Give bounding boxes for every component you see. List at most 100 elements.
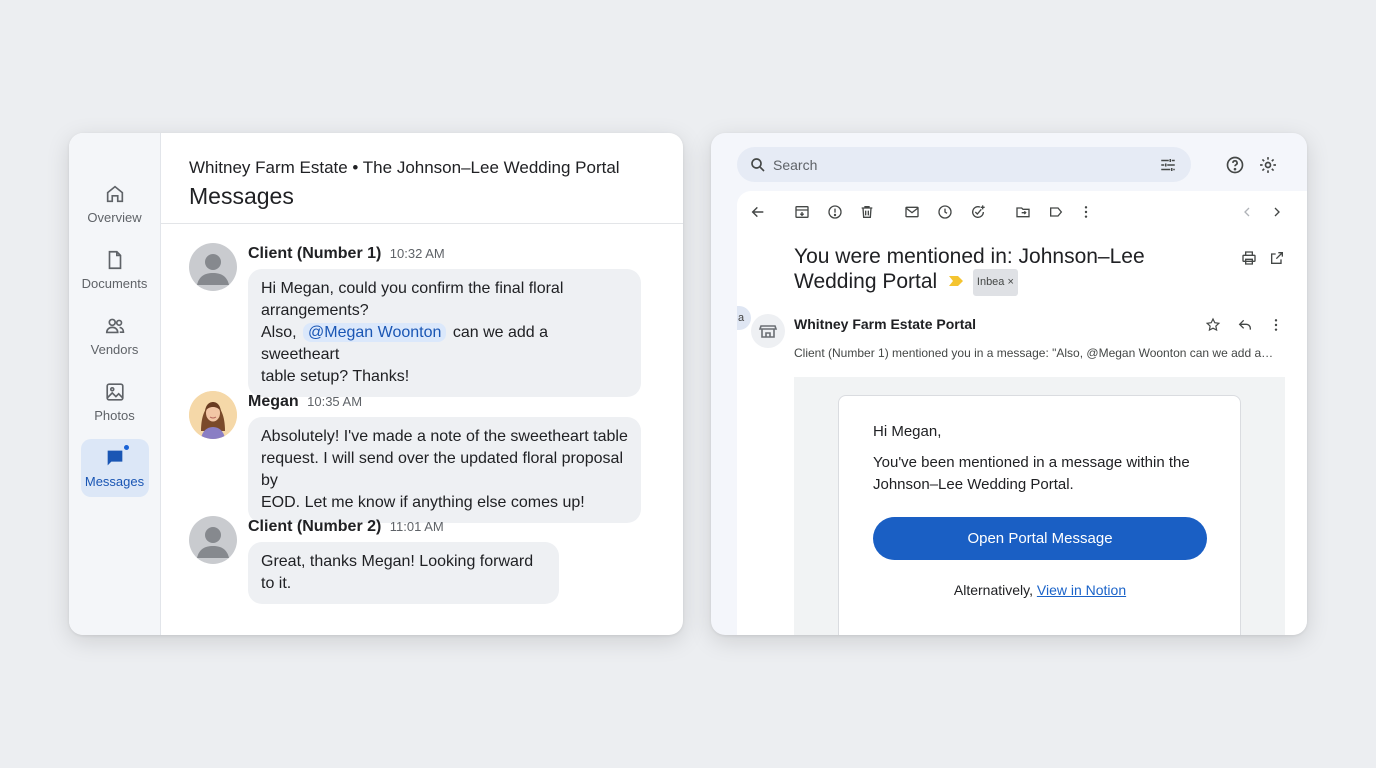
clock-icon [938, 205, 952, 219]
archive-icon [795, 206, 809, 218]
document-icon [108, 250, 121, 270]
archive-button[interactable] [793, 203, 811, 221]
people-icon [105, 318, 124, 334]
mail-icon [905, 206, 919, 218]
add-task-button[interactable] [969, 203, 987, 221]
collapsed-side-chip[interactable]: a [737, 306, 751, 330]
print-icon [1242, 251, 1256, 265]
breadcrumb: Whitney Farm Estate • The Johnson–Lee We… [189, 158, 620, 177]
messages-main: Whitney Farm Estate • The Johnson–Lee We… [161, 133, 683, 635]
snooze-button[interactable] [936, 203, 954, 221]
newer-button[interactable] [1238, 203, 1256, 221]
page-title: Messages [189, 183, 294, 209]
message-author: Client (Number 1) [248, 245, 382, 262]
nav-label: Photos [94, 408, 135, 423]
avatar[interactable] [189, 516, 237, 564]
nav-item-overview[interactable]: Overview [81, 175, 149, 233]
inbox-label-chip[interactable]: Inbea × [972, 269, 1018, 296]
message-line: Also, @Megan Woonton can we add a sweeth… [261, 322, 628, 366]
nav-label: Messages [84, 474, 145, 489]
sender-name: Whitney Farm Estate Portal [794, 316, 977, 332]
sender-avatar[interactable] [751, 314, 785, 348]
nav-item-documents[interactable]: Documents [81, 241, 149, 299]
older-button[interactable] [1268, 203, 1286, 221]
message-bubble: Absolutely! I've made a note of the swee… [248, 417, 641, 523]
avatar[interactable] [189, 243, 237, 291]
nav-label: Overview [87, 210, 142, 225]
nav-item-vendors[interactable]: Vendors [81, 307, 149, 365]
label-button[interactable] [1047, 203, 1065, 221]
email-reading-pane: a You were mentioned in: Johnson–Lee Wed… [737, 191, 1307, 635]
message-author: Client (Number 2) [248, 518, 382, 535]
mark-unread-button[interactable] [903, 203, 921, 221]
delete-button[interactable] [858, 203, 876, 221]
message-line: table setup? Thanks! [261, 368, 410, 385]
report-icon [828, 205, 842, 219]
email-body: Hi Megan, You've been mentioned in a mes… [794, 377, 1285, 635]
unread-dot [121, 443, 131, 452]
message-bubble: Great, thanks Megan! Looking forward to … [248, 542, 559, 604]
print-button[interactable] [1240, 249, 1258, 267]
alt-prefix: Alternatively, [953, 582, 1033, 598]
message-time: 11:01 AM [389, 519, 444, 534]
message-bubble: Hi Megan, could you confirm the final fl… [248, 269, 641, 397]
message-meta: Client (Number 1) 10:32 AM [248, 245, 445, 263]
arrow-back-icon [751, 206, 764, 218]
back-button[interactable] [749, 203, 767, 221]
message-line: Absolutely! I've made a note of the swee… [261, 428, 628, 445]
more-actions-button[interactable] [1077, 203, 1095, 221]
nav-item-photos[interactable]: Photos [81, 373, 149, 431]
trash-icon [861, 206, 873, 218]
open-portal-message-button[interactable]: Open Portal Message [873, 517, 1207, 560]
subject-text: You were mentioned in: Johnson–Lee Weddi… [794, 245, 1145, 293]
message-more-button[interactable] [1267, 316, 1285, 334]
star-button[interactable] [1204, 316, 1222, 334]
report-spam-button[interactable] [826, 203, 844, 221]
image-icon [105, 383, 124, 401]
portal-sidebar: Overview Documents Vendors Photos Messag… [69, 133, 161, 635]
nav-label: Documents [81, 276, 148, 291]
person-placeholder-icon [197, 527, 229, 558]
email-snippet: Client (Number 1) mentioned you in a mes… [794, 346, 1274, 360]
chevron-right-icon [1274, 207, 1280, 217]
filter-options-icon[interactable] [1159, 156, 1177, 174]
view-in-notion-link[interactable]: View in Notion [1037, 582, 1126, 598]
person-placeholder-icon [197, 254, 229, 285]
move-to-button[interactable] [1014, 203, 1032, 221]
star-icon [1205, 317, 1221, 332]
reply-button[interactable] [1236, 316, 1254, 334]
important-marker-icon[interactable] [949, 276, 964, 286]
search-input[interactable] [773, 147, 1143, 182]
settings-gear-icon[interactable] [1258, 155, 1278, 175]
message-line: arrangements? [261, 302, 369, 319]
email-subject: You were mentioned in: Johnson–Lee Weddi… [794, 244, 1224, 296]
message-line: request. I will send over the updated fl… [261, 450, 623, 489]
nav-label: Vendors [90, 342, 139, 357]
megan-avatar-icon [189, 391, 237, 439]
help-icon[interactable] [1225, 155, 1245, 175]
chevron-left-icon [1244, 207, 1250, 217]
folder-move-icon [1016, 207, 1030, 218]
alternative-link-line: Alternatively, View in Notion [873, 582, 1207, 598]
home-icon [106, 185, 123, 203]
message-meta: Megan 10:35 AM [248, 393, 362, 411]
messages-header: Whitney Farm Estate • The Johnson–Lee We… [161, 133, 683, 224]
avatar[interactable] [189, 391, 237, 439]
message-meta: Client (Number 2) 11:01 AM [248, 518, 444, 536]
search-bar [737, 147, 1191, 182]
notification-card: Hi Megan, You've been mentioned in a mes… [838, 395, 1241, 635]
message-time: 10:32 AM [389, 246, 445, 261]
search-icon[interactable] [749, 156, 767, 174]
more-vertical-icon [1274, 319, 1278, 331]
add-task-icon [972, 205, 985, 218]
message-time: 10:35 AM [307, 394, 363, 409]
open-new-window-button[interactable] [1268, 249, 1286, 267]
message-line: Hi Megan, could you confirm the final fl… [261, 280, 564, 297]
store-icon [758, 325, 778, 338]
nav-item-messages[interactable]: Messages [80, 439, 149, 497]
open-in-new-icon [1271, 252, 1283, 264]
message-line: EOD. Let me know if anything else comes … [261, 494, 585, 511]
mention-chip[interactable]: @Megan Woonton [303, 323, 447, 342]
email-body-text: You've been mentioned in a message withi… [873, 454, 1190, 493]
message-line: Great, thanks Megan! Looking forward to … [261, 553, 534, 592]
